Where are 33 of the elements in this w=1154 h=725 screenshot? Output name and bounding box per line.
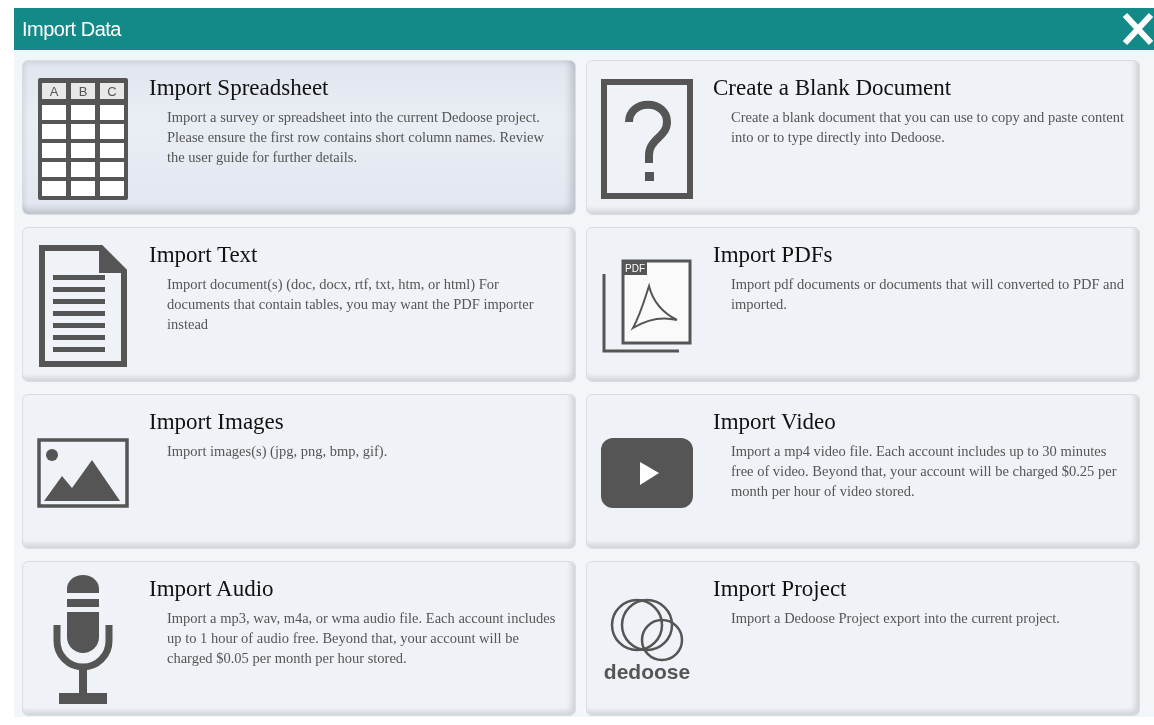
import-option-card[interactable]: dedoose Import Project Import a Dedoose Project export into the current project. [586, 561, 1140, 716]
option-title: Import Audio [149, 576, 275, 602]
import-option-card[interactable]: Create a Blank Document Create a blank document that you can use to copy and paste content into or to type directly into Dedoose. [586, 60, 1140, 215]
option-description: Create a blank document that you can use to copy and paste content into or to type directly into Dedoose. [730, 108, 1125, 147]
microphone-icon [53, 574, 113, 705]
document-icon [39, 244, 127, 367]
option-title: Import PDFs [713, 242, 834, 268]
dialog-title: Import Data [21, 17, 121, 41]
option-description: Import images(s) (jpg, png, bmp, gif). [166, 442, 389, 461]
spreadsheet-icon: A B C [38, 77, 128, 200]
option-title: Import Text [149, 242, 259, 268]
question-document-icon [601, 78, 693, 199]
option-description: Import a survey or spreadsheet into the current Dedoose project. Please ensure the first row contains short column names. Review the user guide for further details. [166, 108, 545, 167]
option-title: Import Project [713, 576, 848, 602]
play-button-icon [601, 437, 693, 508]
image-icon [37, 437, 129, 508]
option-title: Import Images [149, 409, 285, 435]
option-title: Create a Blank Document [713, 75, 953, 101]
option-description: Import a Dedoose Project export into the current project. [730, 609, 1061, 628]
import-option-card[interactable]: Import Images Import images(s) (jpg, png, bmp, gif). [22, 394, 576, 549]
import-option-card[interactable]: PDF Import PDFs Import pdf documents or documents that will converted to PDF and imported. [586, 227, 1140, 382]
option-description: Import a mp3, wav, m4a, or wma audio file. Each account includes up to 1 hour of audio free. Beyond that, your account will be charged $0.05 per month per hour stored. [166, 609, 557, 668]
import-option-card[interactable]: A B C Import Spreadsheet Import a survey or spreadsheet into the current Dedoose project. Please ensure the first row contains short column names. Review the user guide for further details. [22, 60, 576, 215]
import-option-card[interactable]: Import Video Import a mp4 video file. Each account includes up to 30 minutes free of video. Beyond that, your account will be charged $0.25 per month per hour of video stored. [586, 394, 1140, 549]
dedoose-logo: dedoose [603, 597, 691, 682]
option-description: Import pdf documents or documents that will converted to PDF and imported. [730, 275, 1126, 314]
option-title: Import Spreadsheet [149, 75, 330, 101]
option-description: Import document(s) (doc, docx, rtf, txt, htm, or html) For documents that contain tables, you may want the PDF importer instead [166, 275, 535, 334]
option-title: Import Video [713, 409, 837, 435]
close-icon[interactable] [1120, 11, 1154, 47]
option-description: Import a mp4 video file. Each account includes up to 30 minutes free of video. Beyond that, your account will be charged $0.25 per month per hour of video stored. [730, 442, 1118, 501]
import-option-card[interactable]: Import Audio Import a mp3, wav, m4a, or wma audio file. Each account includes up to 1 hour of audio free. Beyond that, your account will be charged $0.05 per month per hour stored. [22, 561, 576, 716]
import-option-card[interactable]: Import Text Import document(s) (doc, docx, rtf, txt, htm, or html) For documents that contain tables, you may want the PDF importer instead [22, 227, 576, 382]
